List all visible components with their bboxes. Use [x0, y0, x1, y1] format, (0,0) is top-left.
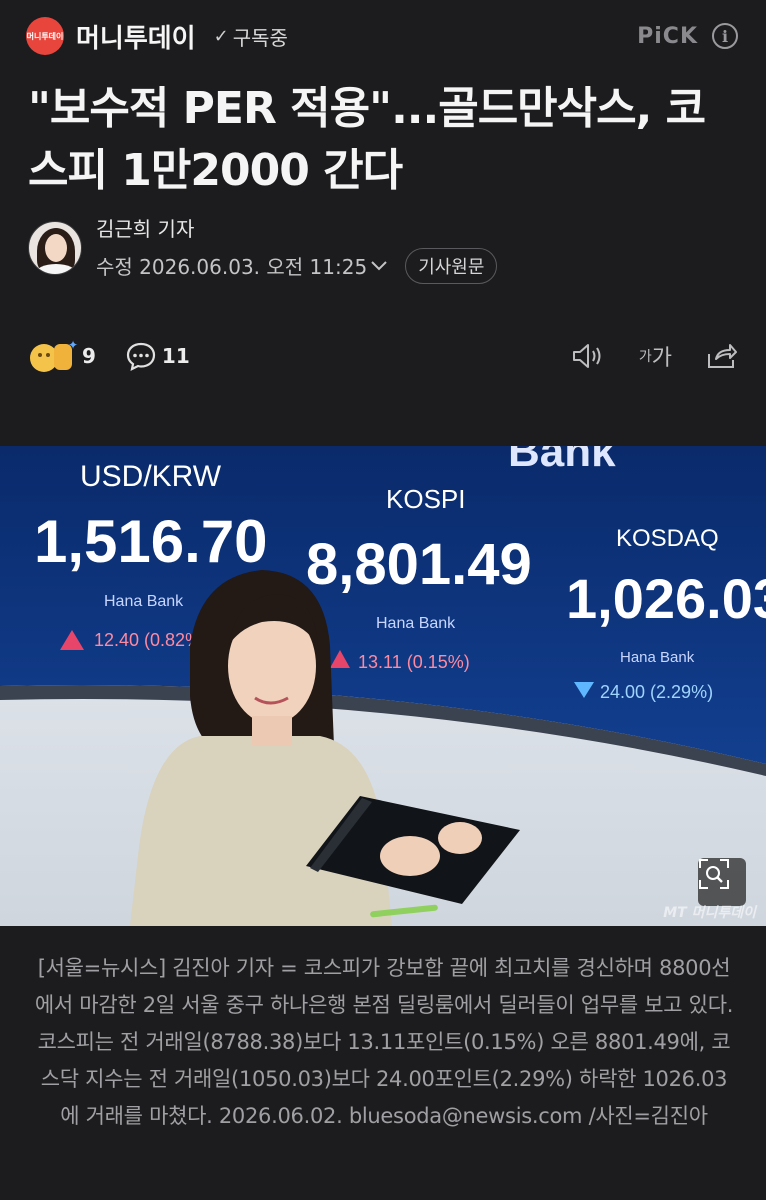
kosdaq-change: 24.00 (2.29%) [600, 682, 713, 702]
kospi-label: KOSPI [386, 484, 465, 514]
photo-watermark: MT 머니투데이 [663, 905, 756, 921]
article-photo[interactable]: Bank USD/KRW KOSPI KOSDAQ 1,516.70 8,801… [0, 446, 766, 926]
share-icon[interactable] [706, 342, 738, 370]
kospi-change: 13.11 (0.15%) [358, 652, 470, 672]
usd-change: 12.40 (0.82% [94, 630, 201, 650]
photo-caption: [서울=뉴시스] 김진아 기자 = 코스피가 강보합 끝에 최고치를 경신하며 … [34, 956, 734, 1128]
modified-date[interactable]: 수정 2026.06.03. 오전 11:25 [96, 251, 367, 280]
byline: 김근희 기자 수정 2026.06.03. 오전 11:25 기사원문 [28, 217, 498, 284]
chevron-down-icon[interactable] [371, 256, 387, 275]
photo-zoom-button[interactable] [698, 858, 746, 906]
publisher-logo-text: 머니투데이 [26, 31, 64, 41]
byline-text: 김근희 기자 수정 2026.06.03. 오전 11:25 기사원문 [96, 213, 498, 284]
reporter-avatar[interactable] [28, 221, 82, 275]
publisher-logo[interactable]: 머니투데이 [26, 17, 64, 55]
publisher-name[interactable]: 머니투데이 [76, 18, 196, 55]
subscribe-label: 구독중 [232, 25, 288, 50]
font-size-icon[interactable]: 가가 [639, 340, 672, 372]
comment-icon[interactable] [126, 341, 156, 371]
usd-value: 1,516.70 [34, 508, 268, 575]
usd-label: USD/KRW [80, 460, 222, 493]
meta-row: 수정 2026.06.03. 오전 11:25 기사원문 [96, 247, 498, 284]
publisher-bar: 머니투데이 머니투데이 ✓ 구독중 PiCK i [26, 14, 738, 58]
zoom-icon [699, 859, 729, 889]
article-page: 머니투데이 머니투데이 ✓ 구독중 PiCK i "보수적 PER 적용"...… [0, 0, 766, 1200]
article-tools: 가가 [537, 340, 738, 372]
pick-area: PiCK i [637, 23, 738, 49]
reaction-bar: ✦ 9 11 가가 [30, 336, 738, 376]
reaction-emoji-icon[interactable]: ✦ [30, 338, 78, 374]
usd-sponsor: Hana Bank [104, 593, 184, 610]
board-bank-text: Bank [508, 446, 616, 476]
reaction-count: 9 [82, 344, 96, 368]
kosdaq-sponsor: Hana Bank [620, 649, 695, 666]
kospi-sponsor: Hana Bank [376, 615, 456, 632]
pick-badge: PiCK [637, 23, 698, 49]
original-article-button[interactable]: 기사원문 [405, 247, 498, 284]
subscribe-button[interactable]: ✓ 구독중 [214, 22, 288, 51]
speaker-icon[interactable] [571, 342, 605, 370]
kosdaq-label: KOSDAQ [616, 525, 719, 552]
photo-scene: Bank USD/KRW KOSPI KOSDAQ 1,516.70 8,801… [0, 446, 766, 926]
reporter-name[interactable]: 김근희 기자 [96, 213, 497, 242]
kosdaq-value: 1,026.03 [566, 567, 766, 630]
comment-count: 11 [161, 344, 190, 368]
kospi-value: 8,801.49 [306, 532, 532, 597]
article-headline: "보수적 PER 적용"...골드만삭스, 코스피 1만2000 간다 [28, 83, 706, 196]
checkmark-icon: ✓ [213, 25, 229, 47]
info-icon[interactable]: i [712, 23, 738, 49]
